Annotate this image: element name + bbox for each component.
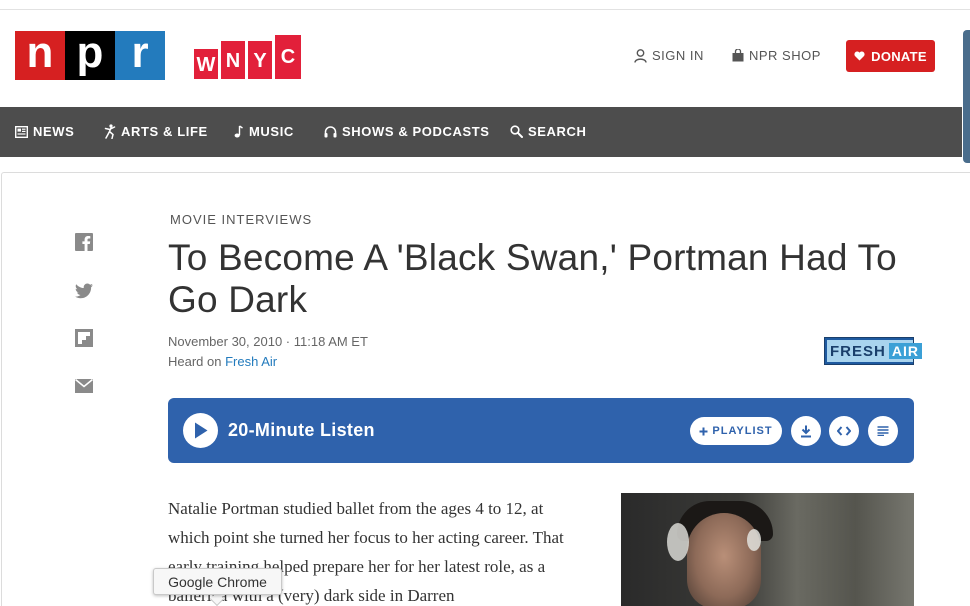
heart-icon xyxy=(854,51,865,61)
download-icon xyxy=(801,425,811,437)
flipboard-icon[interactable] xyxy=(75,329,93,347)
nav-shows-label: SHOWS & PODCASTS xyxy=(342,124,490,139)
nav-news-label: NEWS xyxy=(33,124,75,139)
shopping-bag-icon xyxy=(732,49,744,62)
wnyc-logo-y: Y xyxy=(248,41,272,79)
music-note-icon xyxy=(234,125,243,138)
transcript-icon xyxy=(877,426,889,436)
email-icon[interactable] xyxy=(75,377,93,395)
nav-search-label: SEARCH xyxy=(528,124,587,139)
heard-on-prefix: Heard on xyxy=(168,354,226,369)
nav-item-music[interactable]: MUSIC xyxy=(234,124,294,139)
dancer-icon xyxy=(104,124,116,139)
nav-music-label: MUSIC xyxy=(249,124,294,139)
heard-on-line: Heard on Fresh Air xyxy=(168,354,277,369)
playlist-label: PLAYLIST xyxy=(712,425,773,437)
wnyc-logo-w: W xyxy=(194,49,218,79)
npr-shop-link[interactable]: NPR SHOP xyxy=(732,48,821,63)
donate-label: DONATE xyxy=(871,48,927,64)
sign-in-label: SIGN IN xyxy=(652,48,704,63)
audio-player: 20-Minute Listen PLAYLIST xyxy=(168,398,914,463)
facebook-icon[interactable] xyxy=(75,233,93,251)
npr-shop-label: NPR SHOP xyxy=(749,48,821,63)
nav-item-news[interactable]: NEWS xyxy=(15,124,74,139)
wnyc-logo-c: C xyxy=(275,35,301,79)
browser-top-strip xyxy=(0,0,970,10)
site-header: n p r W N Y C SIGN IN NPR SHOP DONATE xyxy=(0,11,962,107)
plus-icon xyxy=(699,427,708,435)
photo-feather-right xyxy=(747,529,761,551)
article-title: To Become A 'Black Swan,' Portman Had To… xyxy=(168,237,897,320)
nav-item-search[interactable]: SEARCH xyxy=(510,124,587,139)
article-slug[interactable]: MOVIE INTERVIEWS xyxy=(170,212,312,227)
article-date: November 30, 2010 · 11:18 AM ET xyxy=(168,334,368,349)
nav-item-shows-podcasts[interactable]: SHOWS & PODCASTS xyxy=(324,124,490,139)
listen-duration-label: 20-Minute Listen xyxy=(228,420,375,440)
npr-logo-p: p xyxy=(65,30,115,80)
article-photo[interactable] xyxy=(621,493,914,606)
download-button[interactable] xyxy=(791,416,821,446)
transcript-button[interactable] xyxy=(868,416,898,446)
search-icon xyxy=(510,125,523,138)
embed-button[interactable] xyxy=(829,416,859,446)
sign-in-link[interactable]: SIGN IN xyxy=(634,48,704,63)
play-button[interactable] xyxy=(183,413,218,448)
wnyc-logo[interactable]: W N Y C xyxy=(194,35,304,79)
donate-button[interactable]: DONATE xyxy=(846,40,935,72)
fresh-air-logo[interactable]: FRESH AIR xyxy=(824,337,922,365)
fresh-air-logo-inner: FRESH AIR xyxy=(827,340,922,362)
newspaper-icon xyxy=(15,125,28,138)
photo-feather-left xyxy=(667,523,689,561)
embed-code-icon xyxy=(837,426,851,436)
npr-logo-n: n xyxy=(15,30,65,80)
play-icon xyxy=(195,422,208,439)
photo-face-shape xyxy=(687,513,761,606)
heard-on-show-link[interactable]: Fresh Air xyxy=(225,354,277,369)
fresh-air-logo-air: AIR xyxy=(888,343,922,359)
wnyc-logo-n: N xyxy=(221,41,245,79)
main-nav: NEWS ARTS & LIFE MUSIC SHOWS & PODCASTS … xyxy=(0,107,962,157)
headphones-icon xyxy=(324,125,337,137)
app-tooltip: Google Chrome xyxy=(153,568,282,595)
nav-item-arts-life[interactable]: ARTS & LIFE xyxy=(104,124,208,139)
twitter-icon[interactable] xyxy=(75,282,93,300)
nav-arts-label: ARTS & LIFE xyxy=(121,124,208,139)
npr-logo[interactable]: n p r xyxy=(15,30,165,80)
npr-logo-r: r xyxy=(115,30,165,80)
adjacent-window-edge xyxy=(963,30,970,163)
fresh-air-logo-fresh: FRESH xyxy=(830,342,886,360)
add-to-playlist-button[interactable]: PLAYLIST xyxy=(690,417,782,445)
user-icon xyxy=(634,48,647,63)
